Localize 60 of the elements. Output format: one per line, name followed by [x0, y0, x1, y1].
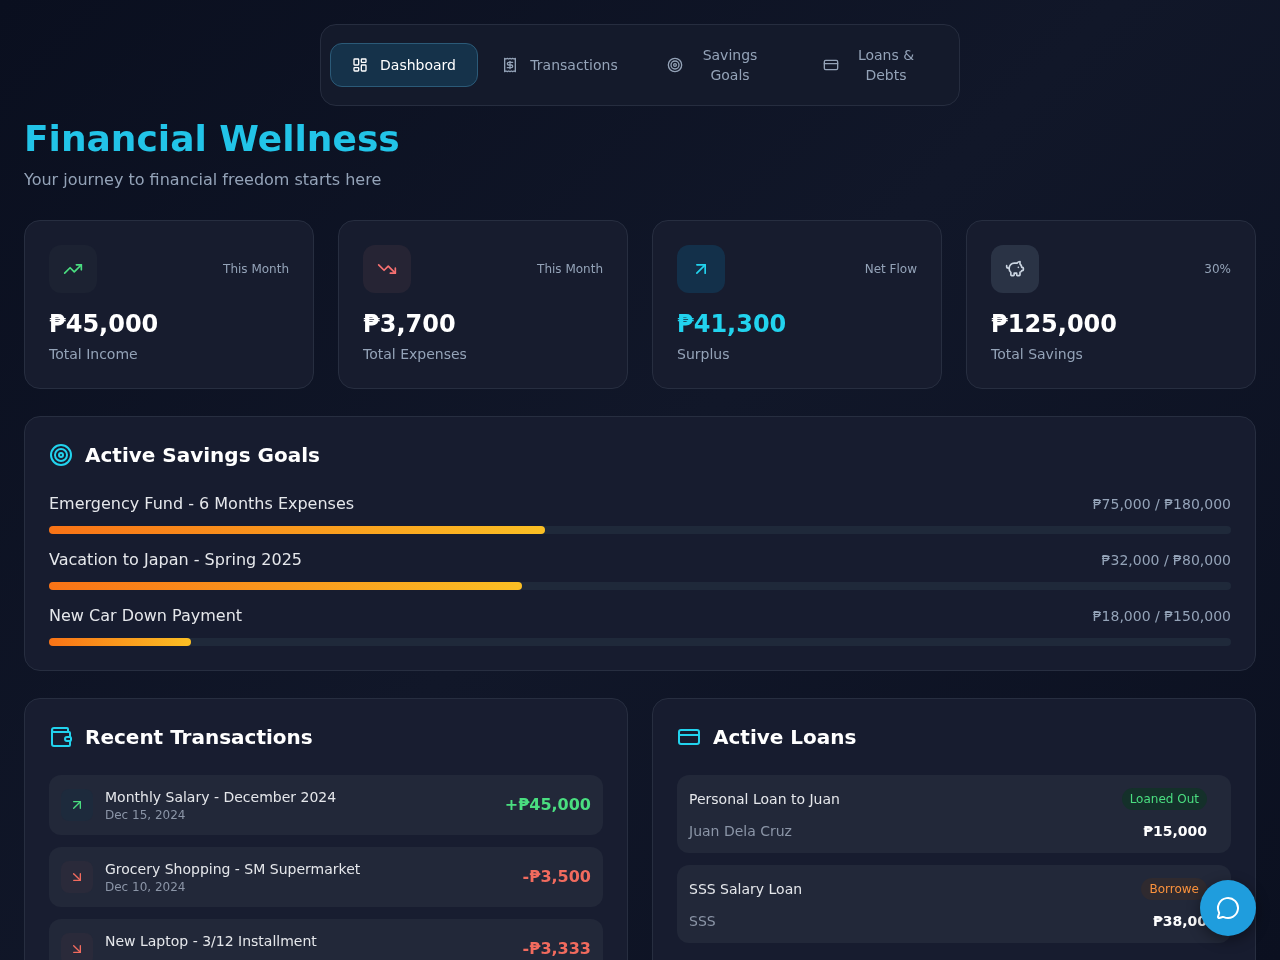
- transaction-amount: -₱3,333: [522, 938, 591, 960]
- loan-name: SSS Salary Loan: [689, 880, 803, 899]
- loan-person: SSS: [689, 912, 716, 931]
- goal-name: New Car Down Payment: [49, 605, 243, 627]
- goal-name: Vacation to Japan - Spring 2025: [49, 549, 302, 571]
- transaction-title: Monthly Salary - December 2024: [105, 788, 338, 807]
- goal-name: Emergency Fund - 6 Months Expenses: [49, 493, 355, 515]
- goal-amount: ₱32,000 / ₱80,000: [1101, 551, 1231, 570]
- stat-value: ₱41,300: [677, 309, 788, 340]
- trend-up-icon: [49, 245, 97, 293]
- stat-value: ₱3,700: [363, 309, 457, 340]
- arrow-up-right-icon: [677, 245, 725, 293]
- page-subtitle: Your journey to financial freedom starts here: [24, 169, 383, 191]
- panel-title: Active Loans: [713, 724, 857, 751]
- nav-tab[interactable]: Dashboard: [330, 43, 478, 87]
- piggy-bank-icon: [991, 245, 1039, 293]
- stat-label: Surplus: [677, 345, 731, 364]
- stat-label: Total Income: [49, 345, 139, 364]
- card-icon: [823, 57, 839, 73]
- transaction-title: New Laptop - 3/12 Installment: [105, 932, 318, 951]
- transaction-date: Dec 15, 2024: [105, 807, 187, 823]
- target-icon: [667, 57, 683, 73]
- transaction-amount: -₱3,500: [522, 866, 591, 888]
- loan-row[interactable]: Personal Loan to Juan Loaned Out Juan Dela Cruz ₱15,000: [677, 775, 1231, 853]
- transaction-date: Dec 10, 2024: [105, 879, 187, 895]
- transaction-title: Grocery Shopping - SM Supermarket: [105, 860, 362, 879]
- stat-caption: Net Flow: [864, 261, 917, 277]
- stat-value: ₱45,000: [49, 309, 160, 340]
- nav-tab[interactable]: Savings Goals: [642, 43, 790, 87]
- trend-down-icon: [363, 245, 411, 293]
- loan-person: Juan Dela Cruz: [689, 822, 792, 841]
- loan-amount: ₱15,000: [1143, 822, 1207, 841]
- receipt-icon: [502, 57, 519, 73]
- loan-status-badge: Loaned Out: [1121, 788, 1207, 810]
- stat-caption: 30%: [1204, 261, 1231, 277]
- stat-label: Total Savings: [991, 345, 1084, 364]
- transaction-row[interactable]: Monthly Salary - December 2024 Dec 15, 2024 +₱45,000: [49, 775, 603, 835]
- panel-title: Recent Transactions: [85, 724, 313, 751]
- nav-tab[interactable]: Loans & Debts: [798, 43, 946, 87]
- stat-label: Total Expenses: [363, 345, 468, 364]
- stat-value: ₱125,000: [991, 309, 1118, 340]
- transaction-row[interactable]: New Laptop - 3/12 Installment -₱3,333: [49, 919, 603, 960]
- transaction-amount: +₱45,000: [504, 794, 591, 816]
- stat-caption: This Month: [223, 261, 289, 277]
- goal-amount: ₱75,000 / ₱180,000: [1092, 495, 1231, 514]
- arrow-down-right-icon: [61, 861, 93, 893]
- panel-title: Active Savings Goals: [85, 442, 320, 469]
- grid-icon: [352, 57, 368, 73]
- arrow-up-right-icon: [61, 789, 93, 821]
- arrow-down-right-icon: [61, 933, 93, 960]
- page-title: Financial Wellness: [24, 119, 401, 159]
- nav-tab[interactable]: Transactions: [486, 43, 634, 87]
- loan-status-badge: Borrowe: [1141, 878, 1207, 900]
- target-icon: [49, 443, 73, 467]
- transaction-row[interactable]: Grocery Shopping - SM Supermarket Dec 10, 2024 -₱3,500: [49, 847, 603, 907]
- stat-caption: This Month: [537, 261, 603, 277]
- chat-icon: [1216, 896, 1240, 920]
- loan-name: Personal Loan to Juan: [689, 790, 840, 809]
- goal-amount: ₱18,000 / ₱150,000: [1092, 607, 1231, 626]
- wallet-icon: [49, 725, 73, 749]
